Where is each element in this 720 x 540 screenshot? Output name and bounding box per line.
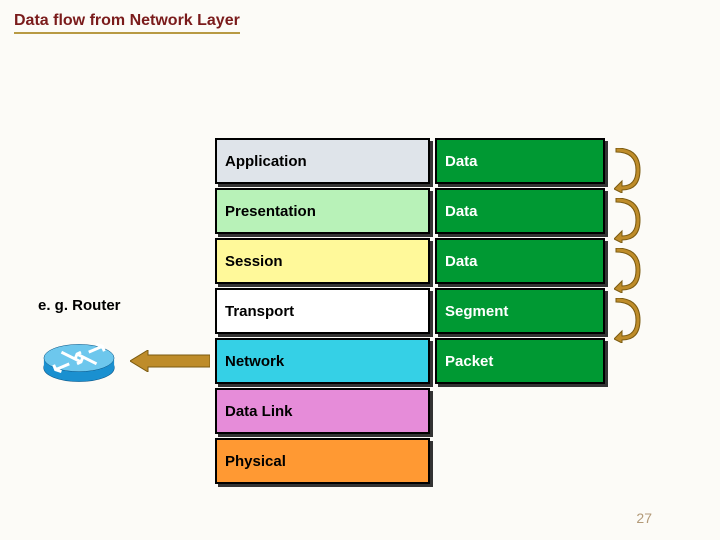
layer-name-box: Data Link (215, 388, 430, 434)
layer-name-box: Transport (215, 288, 430, 334)
pdu-box: Packet (435, 338, 605, 384)
page-number: 27 (636, 510, 652, 526)
flow-arrow-icon (614, 148, 644, 193)
router-label: e. g. Router (38, 297, 121, 314)
flow-arrow-icon (614, 248, 644, 293)
slide-title: Data flow from Network Layer (14, 12, 240, 34)
pdu-box: Segment (435, 288, 605, 334)
layer-row: ApplicationData (215, 138, 605, 184)
pointer-arrow-icon (130, 350, 210, 372)
layer-row: PresentationData (215, 188, 605, 234)
layer-name-box: Presentation (215, 188, 430, 234)
flow-arrow-icon (614, 198, 644, 243)
pdu-box: Data (435, 138, 605, 184)
layer-row: Physical (215, 438, 605, 484)
pdu-box: Data (435, 188, 605, 234)
layer-row: TransportSegment (215, 288, 605, 334)
layer-row: NetworkPacket (215, 338, 605, 384)
layer-row: SessionData (215, 238, 605, 284)
pdu-box: Data (435, 238, 605, 284)
layer-row: Data Link (215, 388, 605, 434)
layer-name-box: Physical (215, 438, 430, 484)
layer-name-box: Network (215, 338, 430, 384)
router-icon (40, 328, 118, 388)
layer-name-box: Application (215, 138, 430, 184)
layer-name-box: Session (215, 238, 430, 284)
flow-arrow-icon (614, 298, 644, 343)
osi-stack: ApplicationDataPresentationDataSessionDa… (215, 138, 605, 488)
